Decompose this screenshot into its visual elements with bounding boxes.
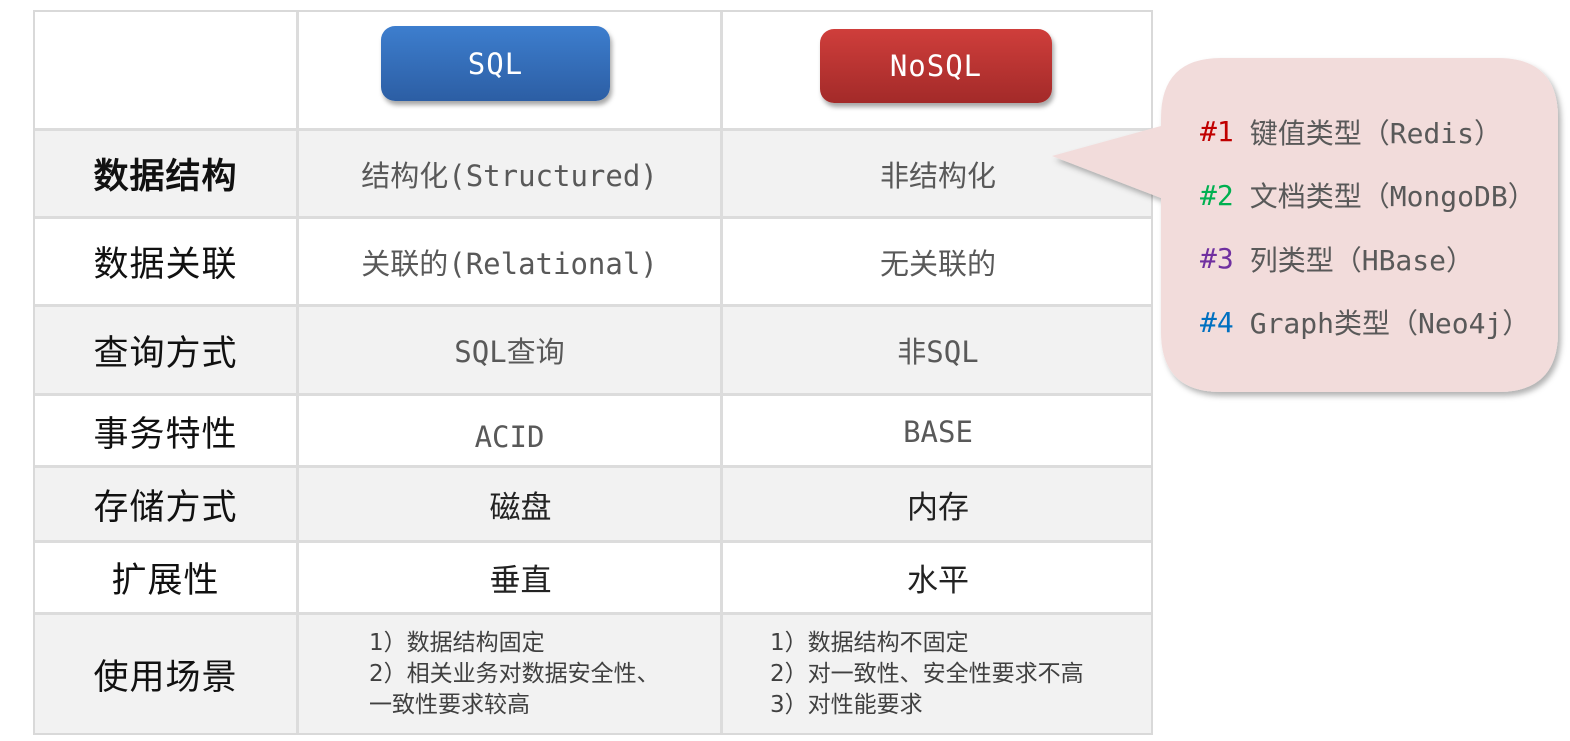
sql-value: ACID bbox=[474, 419, 545, 454]
table-row-query-method: 查询方式 SQL查询 非SQL bbox=[35, 304, 1151, 393]
item-text: Graph类型（Neo4j） bbox=[1249, 307, 1531, 341]
item-text: 文档类型（MongoDB） bbox=[1249, 180, 1536, 214]
table-row-storage: 存储方式 磁盘 内存 bbox=[35, 465, 1151, 540]
table-row-use-cases: 使用场景 1）数据结构固定 2）相关业务对数据安全性、 一致性要求较高 1）数据… bbox=[35, 612, 1151, 733]
row-label: 查询方式 bbox=[93, 333, 238, 374]
nosql-use-case-line: 3）对性能要求 bbox=[770, 691, 923, 718]
item-number: #1 bbox=[1200, 115, 1234, 149]
nosql-type-item: #1 键值类型（Redis） bbox=[1200, 100, 1536, 164]
nosql-type-item: #4 Graph类型（Neo4j） bbox=[1200, 291, 1536, 355]
sql-value: 垂直 bbox=[489, 563, 552, 599]
nosql-value: 水平 bbox=[907, 563, 969, 599]
table-row-scalability: 扩展性 垂直 水平 bbox=[35, 540, 1151, 612]
nosql-use-cases: 1）数据结构不固定 2）对一致性、安全性要求不高 3）对性能要求 bbox=[720, 615, 1153, 733]
table-row-transaction: 事务特性 ACID BASE bbox=[35, 393, 1151, 465]
row-label: 扩展性 bbox=[111, 561, 220, 601]
item-text: 键值类型（Redis） bbox=[1249, 116, 1503, 150]
sql-value: 关联的(Relational) bbox=[361, 246, 658, 281]
table-row-data-relation: 数据关联 关联的(Relational) 无关联的 bbox=[35, 216, 1151, 304]
row-label: 数据结构 bbox=[93, 157, 238, 197]
nosql-value: 非结构化 bbox=[879, 158, 996, 193]
sql-value: 磁盘 bbox=[489, 489, 552, 526]
table-row-data-structure: 数据结构 结构化(Structured) 非结构化 bbox=[35, 128, 1151, 216]
sql-button[interactable]: SQL bbox=[381, 26, 610, 101]
nosql-value: 无关联的 bbox=[879, 246, 996, 281]
item-text: 列类型（HBase） bbox=[1249, 243, 1475, 277]
nosql-use-case-line: 2）对一致性、安全性要求不高 bbox=[770, 660, 1084, 687]
nosql-value: 非SQL bbox=[897, 335, 979, 369]
header-empty-cell bbox=[35, 12, 296, 128]
comparison-table: 数据结构 结构化(Structured) 非结构化 数据关联 关联的(Relat… bbox=[33, 10, 1153, 735]
item-number: #3 bbox=[1200, 242, 1234, 276]
nosql-types-list: #1 键值类型（Redis） #2 文档类型（MongoDB） #3 列类型（H… bbox=[1200, 100, 1536, 354]
nosql-button[interactable]: NoSQL bbox=[820, 29, 1052, 103]
item-number: #4 bbox=[1200, 305, 1234, 339]
row-label: 数据关联 bbox=[93, 245, 238, 285]
nosql-type-item: #2 文档类型（MongoDB） bbox=[1200, 164, 1536, 228]
item-number: #2 bbox=[1200, 178, 1234, 212]
row-label: 存储方式 bbox=[93, 487, 238, 528]
sql-use-case-line: 1）数据结构固定 bbox=[369, 629, 545, 656]
sql-value: 结构化(Structured) bbox=[361, 158, 658, 193]
nosql-type-item: #3 列类型（HBase） bbox=[1200, 227, 1536, 291]
nosql-value: BASE bbox=[903, 414, 973, 449]
row-label: 事务特性 bbox=[93, 415, 238, 455]
sql-value: SQL查询 bbox=[454, 335, 565, 369]
sql-use-case-line: 2）相关业务对数据安全性、 bbox=[369, 660, 660, 687]
sql-use-cases: 1）数据结构固定 2）相关业务对数据安全性、 一致性要求较高 bbox=[296, 615, 720, 733]
sql-use-case-line: 一致性要求较高 bbox=[369, 691, 530, 718]
row-label: 使用场景 bbox=[93, 657, 238, 698]
nosql-value: 内存 bbox=[907, 489, 969, 526]
nosql-use-case-line: 1）数据结构不固定 bbox=[770, 629, 969, 656]
